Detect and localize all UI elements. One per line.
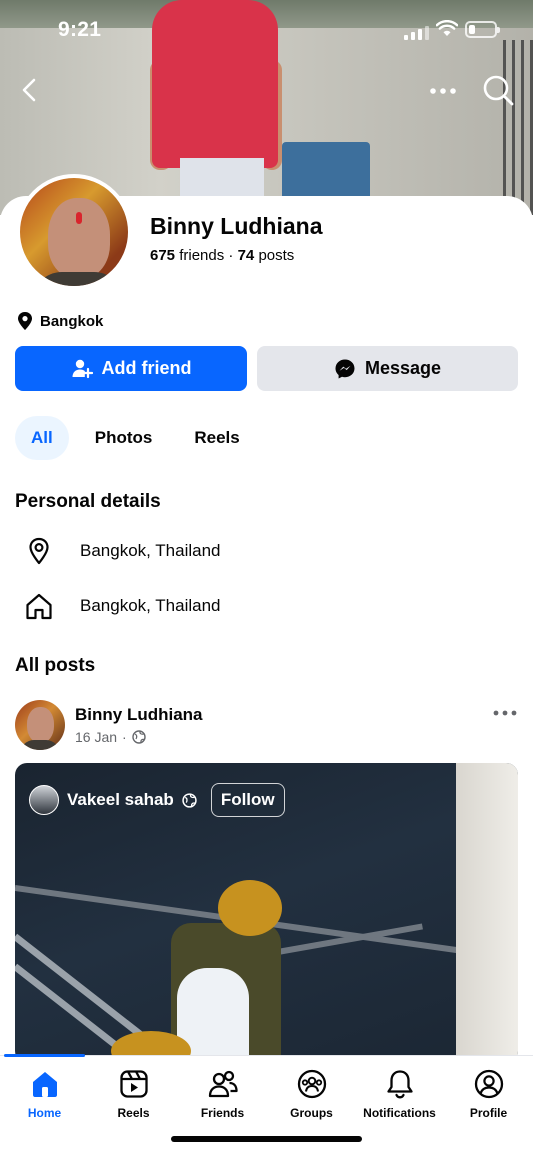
- follow-button[interactable]: Follow: [210, 783, 285, 817]
- nav-reels-label: Reels: [117, 1106, 150, 1120]
- shared-source-name[interactable]: Vakeel sahab: [67, 790, 174, 810]
- message-label: Message: [364, 358, 442, 378]
- posts-label: posts: [258, 247, 295, 264]
- nav-notifications-label: Notifications: [363, 1106, 436, 1120]
- posts-count: 74: [237, 247, 255, 264]
- location-pin-icon: [18, 312, 32, 330]
- cover-railing: [503, 40, 533, 215]
- back-button[interactable]: [14, 74, 46, 106]
- add-friend-icon: [72, 359, 93, 378]
- location-outline-icon: [29, 537, 49, 565]
- profile-name: Binny Ludhiana: [150, 213, 323, 239]
- post-header: Binny Ludhiana 16 Jan ·: [15, 700, 518, 752]
- post-meta: 16 Jan ·: [75, 729, 146, 745]
- friends-count[interactable]: 675: [150, 247, 175, 264]
- avatar-face: [48, 198, 110, 278]
- tab-photos[interactable]: Photos: [79, 416, 169, 460]
- post-date[interactable]: 16 Jan: [75, 729, 117, 745]
- messenger-icon: [335, 359, 355, 378]
- battery-icon: [465, 21, 500, 38]
- home-outline-icon: [26, 593, 52, 620]
- home-indicator: [171, 1136, 362, 1142]
- all-posts-title: All posts: [15, 655, 96, 676]
- profile-location: Bangkok: [16, 311, 103, 331]
- status-time: 9:21: [58, 18, 102, 41]
- location-label: Bangkok: [40, 312, 104, 330]
- post-author-avatar[interactable]: [15, 700, 65, 750]
- shared-source: Vakeel sahab Follow: [29, 783, 285, 817]
- bell-icon: [386, 1070, 413, 1099]
- profile-stats: 675 friends · 74 posts: [150, 247, 294, 264]
- media-cap: [218, 880, 282, 936]
- add-friend-button[interactable]: Add friend: [15, 346, 247, 391]
- stats-separator: ·: [228, 247, 234, 264]
- hometown-text: Bangkok, Thailand: [80, 596, 221, 615]
- tab-all[interactable]: All: [15, 416, 69, 460]
- groups-icon: [297, 1069, 326, 1099]
- search-icon: [483, 75, 514, 106]
- wifi-icon: [436, 20, 458, 36]
- message-button[interactable]: Message: [257, 346, 518, 391]
- nav-notifications[interactable]: Notifications: [355, 1068, 444, 1120]
- nav-profile[interactable]: Profile: [444, 1068, 533, 1120]
- post-author-name[interactable]: Binny Ludhiana: [75, 705, 203, 725]
- more-horizontal-icon: [430, 88, 456, 94]
- status-bar: 9:21: [0, 0, 533, 60]
- nav-home[interactable]: Home: [0, 1068, 89, 1120]
- active-tab-indicator: [4, 1054, 85, 1057]
- nav-groups[interactable]: Groups: [267, 1068, 356, 1120]
- more-options-button[interactable]: [426, 76, 460, 106]
- nav-friends[interactable]: Friends: [178, 1068, 267, 1120]
- nav-home-label: Home: [27, 1106, 62, 1120]
- home-icon: [32, 1072, 57, 1097]
- avatar-tilak: [76, 212, 82, 224]
- cover-bin: [282, 142, 370, 202]
- profile-screen: 9:21 Binny Ludhiana 675 friends · 74 pos…: [0, 0, 533, 1153]
- nav-groups-label: Groups: [290, 1106, 333, 1120]
- globe-icon: [182, 792, 197, 808]
- shared-source-avatar[interactable]: [29, 785, 59, 815]
- reels-icon: [119, 1070, 148, 1098]
- post-more-icon[interactable]: [492, 704, 518, 722]
- nav-reels[interactable]: Reels: [89, 1068, 178, 1120]
- friends-label[interactable]: friends: [179, 247, 224, 264]
- nav-friends-label: Friends: [200, 1106, 245, 1120]
- globe-icon: [132, 730, 146, 744]
- add-friend-label: Add friend: [101, 358, 192, 378]
- profile-icon: [474, 1069, 503, 1099]
- friends-icon: [208, 1070, 238, 1098]
- search-button[interactable]: [480, 72, 516, 108]
- detail-hometown[interactable]: Bangkok, Thailand: [24, 591, 221, 621]
- personal-details-title: Personal details: [15, 491, 161, 512]
- current-city-text: Bangkok, Thailand: [80, 541, 221, 560]
- cellular-signal-icon: [404, 26, 429, 40]
- tab-reels[interactable]: Reels: [178, 416, 255, 460]
- profile-avatar[interactable]: [16, 174, 132, 290]
- post-meta-dot: ·: [122, 729, 127, 745]
- profile-tabs: All Photos Reels: [15, 416, 266, 460]
- post-media[interactable]: Vakeel sahab Follow: [15, 763, 518, 1063]
- chevron-left-icon: [22, 78, 36, 102]
- detail-current-city[interactable]: Bangkok, Thailand: [24, 536, 221, 566]
- media-pillar: [456, 763, 518, 1063]
- nav-profile-label: Profile: [469, 1106, 508, 1120]
